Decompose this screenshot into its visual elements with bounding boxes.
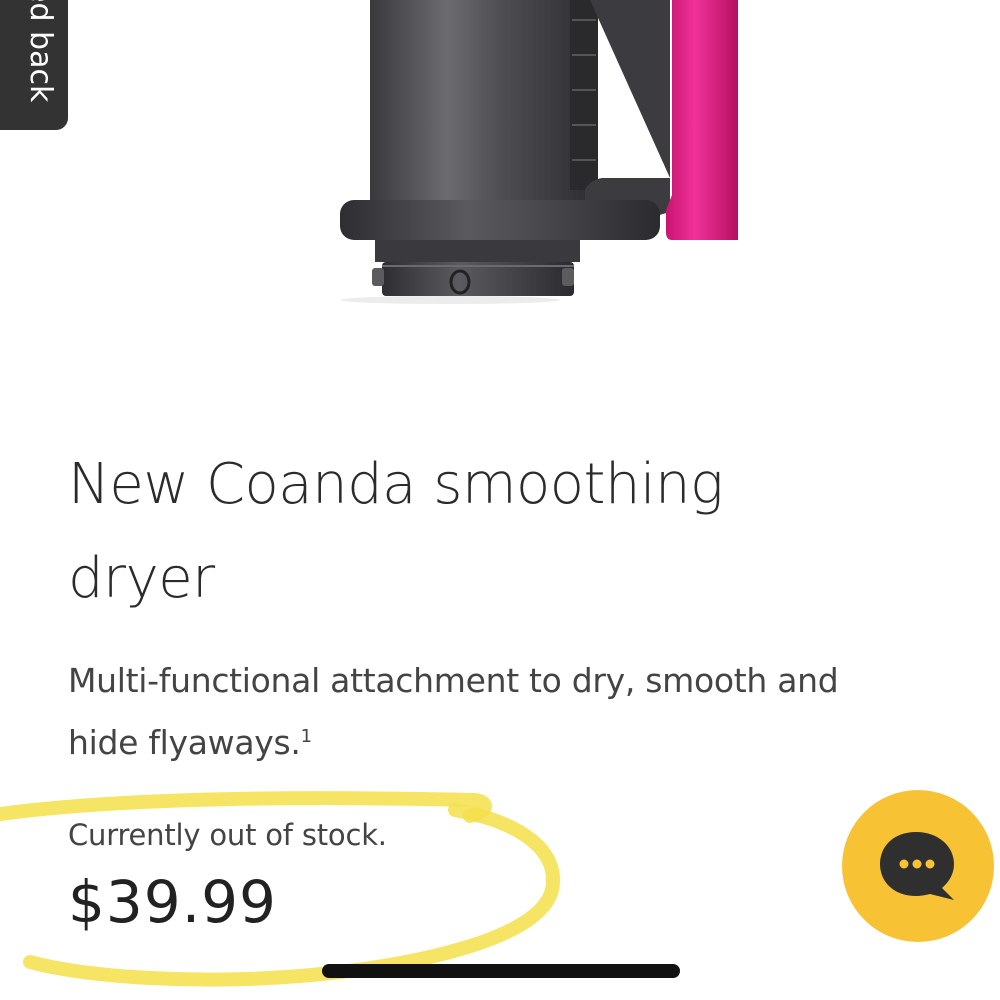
product-title: New Coanda smoothing dryer <box>68 452 724 611</box>
product-price: $39.99 <box>68 868 277 936</box>
stock-status: Currently out of stock. <box>68 818 387 852</box>
product-image <box>340 0 738 304</box>
product-description-text: Multi-functional attachment to dry, smoo… <box>68 661 839 762</box>
feedback-tab-label: ed back <box>23 0 58 103</box>
feedback-tab[interactable]: ed back <box>0 0 68 130</box>
footnote-marker[interactable]: 1 <box>301 726 312 747</box>
product-page: ed back New Coanda smoothing dryer Multi… <box>0 0 1000 1000</box>
product-description: Multi-functional attachment to dry, smoo… <box>68 650 908 774</box>
chat-button[interactable] <box>842 790 994 942</box>
chat-bubble-icon <box>880 832 954 900</box>
home-indicator[interactable] <box>322 964 680 978</box>
